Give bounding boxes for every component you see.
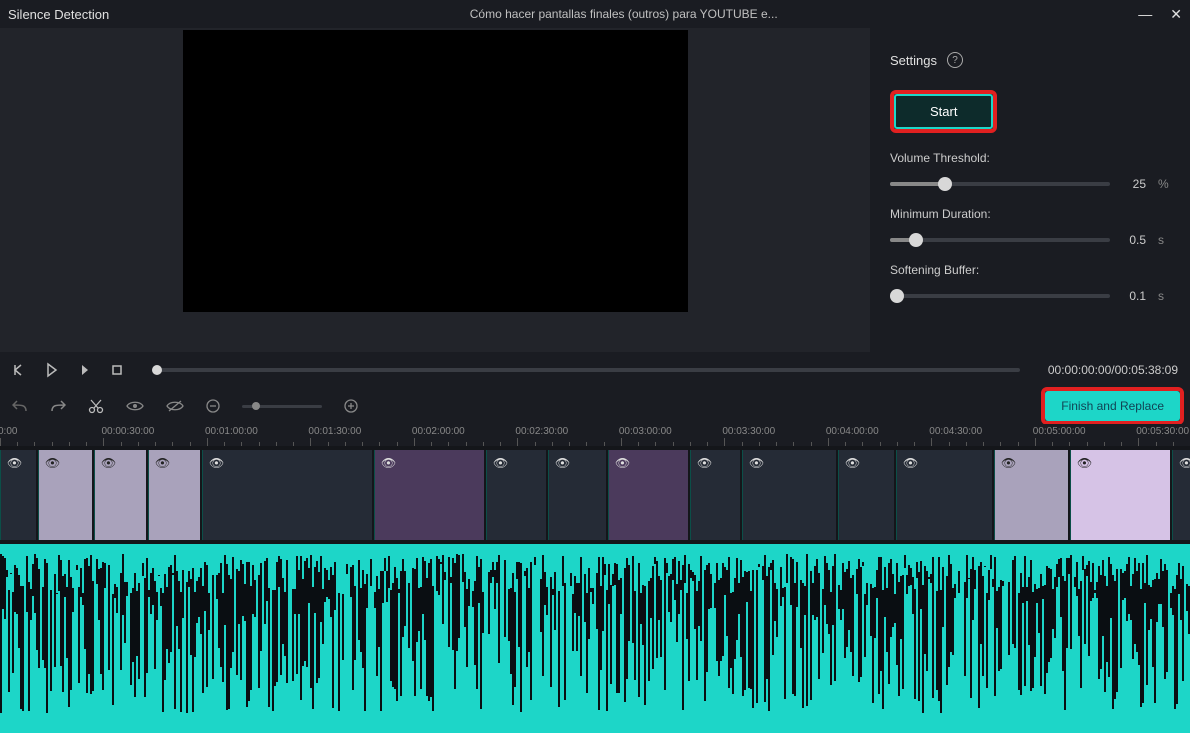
ruler-mark: 00:05:30:00 <box>1136 426 1189 437</box>
file-name: Cómo hacer pantallas finales (outros) pa… <box>109 7 1138 21</box>
timeline-clip[interactable]: 👁 <box>0 450 36 540</box>
minimize-button[interactable]: — <box>1138 6 1152 22</box>
undo-button[interactable] <box>12 399 28 413</box>
timeline-clip[interactable]: 👁 <box>548 450 606 540</box>
settings-header: Settings ? <box>890 52 1170 68</box>
toolbar-row: Finish and Replace <box>0 388 1190 424</box>
min-duration-label: Minimum Duration: <box>890 207 1170 221</box>
timeline-clip[interactable]: 👁 <box>38 450 92 540</box>
soft-buffer-control: 0.1 s <box>890 289 1170 303</box>
zoom-out-button[interactable] <box>206 399 220 413</box>
timeline-clip[interactable]: 👁 <box>838 450 894 540</box>
soft-buffer-value: 0.1 <box>1122 289 1146 303</box>
ruler-mark: 00:05:00:00 <box>1033 426 1086 437</box>
ruler-mark: 00:04:00:00 <box>826 426 879 437</box>
playback-scrubber[interactable] <box>152 368 1020 372</box>
clip-visibility-icon[interactable]: 👁 <box>7 456 22 470</box>
clip-visibility-icon[interactable]: 👁 <box>615 456 630 470</box>
clip-visibility-icon[interactable]: 👁 <box>1179 456 1190 470</box>
soft-buffer-label: Softening Buffer: <box>890 263 1170 277</box>
clip-visibility-icon[interactable]: 👁 <box>903 456 918 470</box>
volume-threshold-control: 25 % <box>890 177 1170 191</box>
time-display: 00:00:00:00/00:05:38:09 <box>1048 363 1178 377</box>
timeline-clip[interactable]: 👁 <box>896 450 992 540</box>
volume-threshold-row: Volume Threshold: 25 % <box>890 151 1170 191</box>
ruler-mark: 00:02:00:00 <box>412 426 465 437</box>
settings-panel: Settings ? Start Volume Threshold: 25 % … <box>870 28 1190 352</box>
clip-track[interactable]: 👁 👁 👁 👁 👁 👁 👁 👁 👁 👁 👁 👁 👁 👁 👁 👁 <box>0 446 1190 544</box>
hide-button[interactable] <box>166 400 184 412</box>
zoom-slider[interactable] <box>242 405 322 408</box>
timeline-clip[interactable]: 👁 <box>742 450 836 540</box>
min-duration-value: 0.5 <box>1122 233 1146 247</box>
clip-visibility-icon[interactable]: 👁 <box>1077 456 1092 470</box>
clip-visibility-icon[interactable]: 👁 <box>155 456 170 470</box>
zoom-in-button[interactable] <box>344 399 358 413</box>
stop-button[interactable] <box>110 363 124 377</box>
preview-area <box>0 28 870 352</box>
timeline-clip[interactable]: 👁 <box>690 450 740 540</box>
volume-threshold-unit: % <box>1158 177 1170 191</box>
visibility-button[interactable] <box>126 400 144 412</box>
soft-buffer-slider[interactable] <box>890 294 1110 298</box>
min-duration-unit: s <box>1158 233 1170 247</box>
playback-bar: 00:00:00:00/00:05:38:09 <box>0 352 1190 388</box>
start-button[interactable]: Start <box>894 94 993 129</box>
timeline-clip[interactable]: 👁 <box>94 450 146 540</box>
timeline-clip[interactable]: 👁 <box>374 450 484 540</box>
clip-visibility-icon[interactable]: 👁 <box>845 456 860 470</box>
redo-button[interactable] <box>50 399 66 413</box>
clip-visibility-icon[interactable]: 👁 <box>45 456 60 470</box>
main-area: Settings ? Start Volume Threshold: 25 % … <box>0 28 1190 352</box>
clip-visibility-icon[interactable]: 👁 <box>101 456 116 470</box>
ruler-mark: 0:00 <box>0 426 17 437</box>
ruler-mark: 00:03:00:00 <box>619 426 672 437</box>
help-icon[interactable]: ? <box>947 52 963 68</box>
timeline-clip[interactable]: 👁 <box>1070 450 1170 540</box>
audio-waveform[interactable] <box>0 544 1190 733</box>
min-duration-row: Minimum Duration: 0.5 s <box>890 207 1170 247</box>
clip-visibility-icon[interactable]: 👁 <box>1001 456 1016 470</box>
window-controls: — ✕ <box>1138 6 1182 23</box>
clip-visibility-icon[interactable]: 👁 <box>555 456 570 470</box>
volume-threshold-label: Volume Threshold: <box>890 151 1170 165</box>
settings-label: Settings <box>890 53 937 68</box>
timeline-clip[interactable]: 👁 <box>148 450 200 540</box>
prev-frame-button[interactable] <box>12 363 26 377</box>
volume-threshold-value: 25 <box>1122 177 1146 191</box>
start-button-highlight: Start <box>890 90 997 133</box>
close-button[interactable]: ✕ <box>1170 6 1182 23</box>
timeline-clip[interactable]: 👁 <box>994 450 1068 540</box>
soft-buffer-row: Softening Buffer: 0.1 s <box>890 263 1170 303</box>
play-button[interactable] <box>44 362 60 378</box>
ruler-mark: 00:04:30:00 <box>929 426 982 437</box>
clip-visibility-icon[interactable]: 👁 <box>209 456 224 470</box>
clip-visibility-icon[interactable]: 👁 <box>749 456 764 470</box>
next-frame-button[interactable] <box>78 363 92 377</box>
ruler-mark: 00:03:30:00 <box>722 426 775 437</box>
clip-visibility-icon[interactable]: 👁 <box>493 456 508 470</box>
app-title: Silence Detection <box>8 7 109 22</box>
timeline-ruler[interactable]: 0:00 00:00:30:00 00:01:00:00 00:01:30:00 00:… <box>0 424 1190 446</box>
timeline-clip[interactable]: 👁 <box>1172 450 1190 540</box>
timeline-clip[interactable]: 👁 <box>486 450 546 540</box>
ruler-mark: 00:01:00:00 <box>205 426 258 437</box>
cut-button[interactable] <box>88 398 104 414</box>
min-duration-slider[interactable] <box>890 238 1110 242</box>
clip-visibility-icon[interactable]: 👁 <box>381 456 396 470</box>
ruler-mark: 00:00:30:00 <box>101 426 154 437</box>
volume-threshold-slider[interactable] <box>890 182 1110 186</box>
min-duration-control: 0.5 s <box>890 233 1170 247</box>
clip-visibility-icon[interactable]: 👁 <box>697 456 712 470</box>
timeline-clip[interactable]: 👁 <box>202 450 372 540</box>
video-preview[interactable] <box>183 30 688 312</box>
timeline-clip[interactable]: 👁 <box>608 450 688 540</box>
finish-button-highlight: Finish and Replace <box>1041 387 1184 425</box>
ruler-mark: 00:01:30:00 <box>308 426 361 437</box>
ruler-mark: 00:02:30:00 <box>515 426 568 437</box>
soft-buffer-unit: s <box>1158 289 1170 303</box>
titlebar: Silence Detection Cómo hacer pantallas f… <box>0 0 1190 28</box>
finish-and-replace-button[interactable]: Finish and Replace <box>1045 391 1180 421</box>
